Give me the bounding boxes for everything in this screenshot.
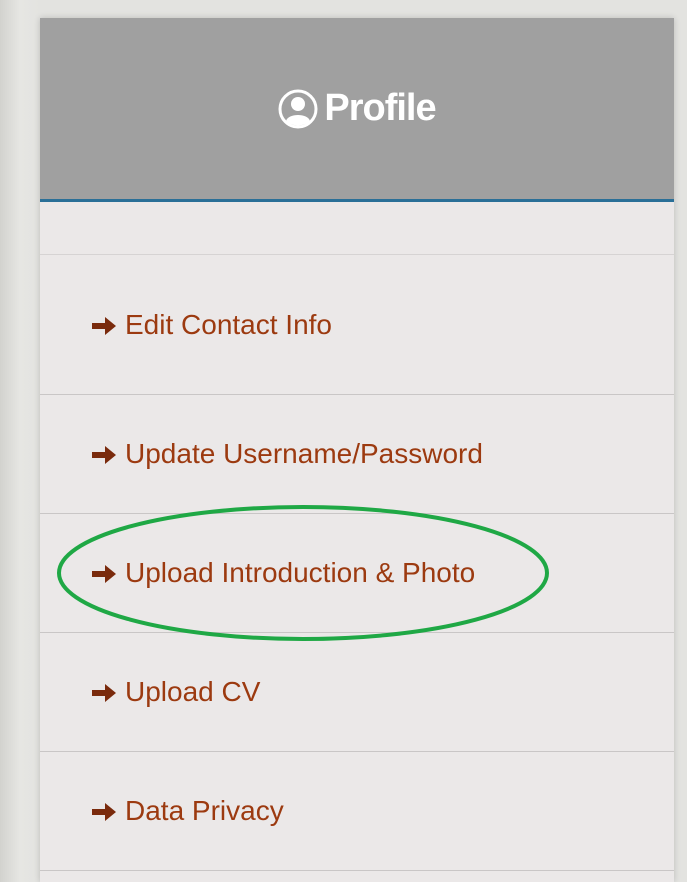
- menu-item-label: Edit Contact Info: [125, 308, 333, 340]
- menu-item-upload-cv[interactable]: Upload CV: [40, 633, 674, 752]
- arrow-right-icon: [90, 313, 118, 337]
- menu-item-data-privacy[interactable]: Data Privacy: [40, 752, 674, 871]
- profile-header: Profile: [40, 18, 674, 202]
- menu-item-label: Update Username/Password: [125, 438, 483, 469]
- profile-title-group: Profile: [278, 87, 437, 130]
- menu-item-update-username-password[interactable]: Update Username/Password: [40, 395, 674, 514]
- header-spacer: [40, 202, 674, 255]
- menu-item-label: Data Privacy: [125, 795, 284, 826]
- arrow-right-icon: [90, 442, 118, 466]
- arrow-right-icon: [90, 680, 118, 704]
- user-circle-icon: [278, 89, 318, 129]
- profile-menu: Edit Contact Info Update Username/Passwo…: [40, 255, 674, 871]
- arrow-right-icon: [90, 561, 118, 585]
- menu-item-label: Upload CV: [125, 676, 261, 707]
- arrow-right-icon: [90, 799, 118, 823]
- menu-item-upload-introduction-photo[interactable]: Upload Introduction & Photo: [40, 514, 674, 633]
- menu-item-label: Upload Introduction & Photo: [125, 557, 476, 588]
- menu-item-edit-contact-info[interactable]: Edit Contact Info: [40, 255, 674, 395]
- page-title: Profile: [324, 87, 436, 129]
- profile-panel: Profile Edit Contact Info Update Usernam…: [40, 18, 674, 882]
